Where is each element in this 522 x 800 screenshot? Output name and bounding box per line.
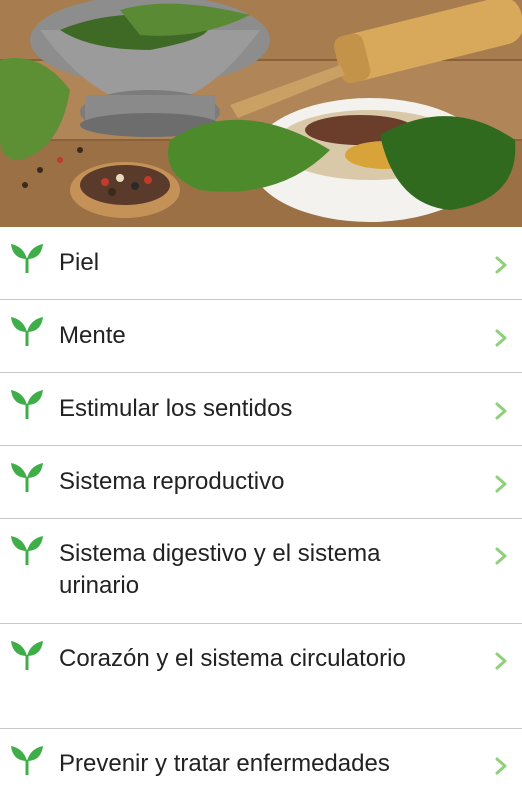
category-list: Piel Mente Estimular los sentidos Sistem… — [0, 227, 522, 800]
list-item[interactable]: Sistema reproductivo — [0, 446, 522, 519]
list-item-label: Sistema reproductivo — [59, 468, 285, 495]
sprout-leaf-icon — [11, 746, 43, 775]
chevron-right-icon — [495, 475, 507, 493]
chevron-right-icon — [495, 757, 507, 775]
list-item-label: Estimular los sentidos — [59, 395, 293, 422]
sprout-leaf-icon — [11, 317, 43, 346]
list-item[interactable]: Prevenir y tratar enfermedades — [0, 729, 522, 800]
list-item-label: Mente — [59, 322, 126, 349]
header-image — [0, 0, 522, 227]
list-item-label: Corazón y el sistema circulatorio — [59, 645, 406, 672]
sprout-leaf-icon — [11, 536, 43, 565]
list-item[interactable]: Corazón y el sistema circulatorio — [0, 624, 522, 729]
list-item[interactable]: Sistema digestivo y el sistema urinario — [0, 519, 522, 624]
app-screen: Piel Mente Estimular los sentidos Sistem… — [0, 0, 522, 800]
list-item-label: Piel — [59, 249, 100, 276]
sprout-leaf-icon — [11, 244, 43, 273]
sprout-leaf-icon — [11, 390, 43, 419]
list-item[interactable]: Piel — [0, 227, 522, 300]
list-item-label: Sistema digestivo y el sistema urinario — [59, 540, 381, 599]
chevron-right-icon — [495, 329, 507, 347]
sprout-leaf-icon — [11, 463, 43, 492]
list-item[interactable]: Mente — [0, 300, 522, 373]
list-item[interactable]: Estimular los sentidos — [0, 373, 522, 446]
chevron-right-icon — [495, 652, 507, 670]
chevron-right-icon — [495, 547, 507, 565]
list-item-label: Prevenir y tratar enfermedades — [59, 750, 390, 777]
chevron-right-icon — [495, 402, 507, 420]
sprout-leaf-icon — [11, 641, 43, 670]
chevron-right-icon — [495, 256, 507, 274]
